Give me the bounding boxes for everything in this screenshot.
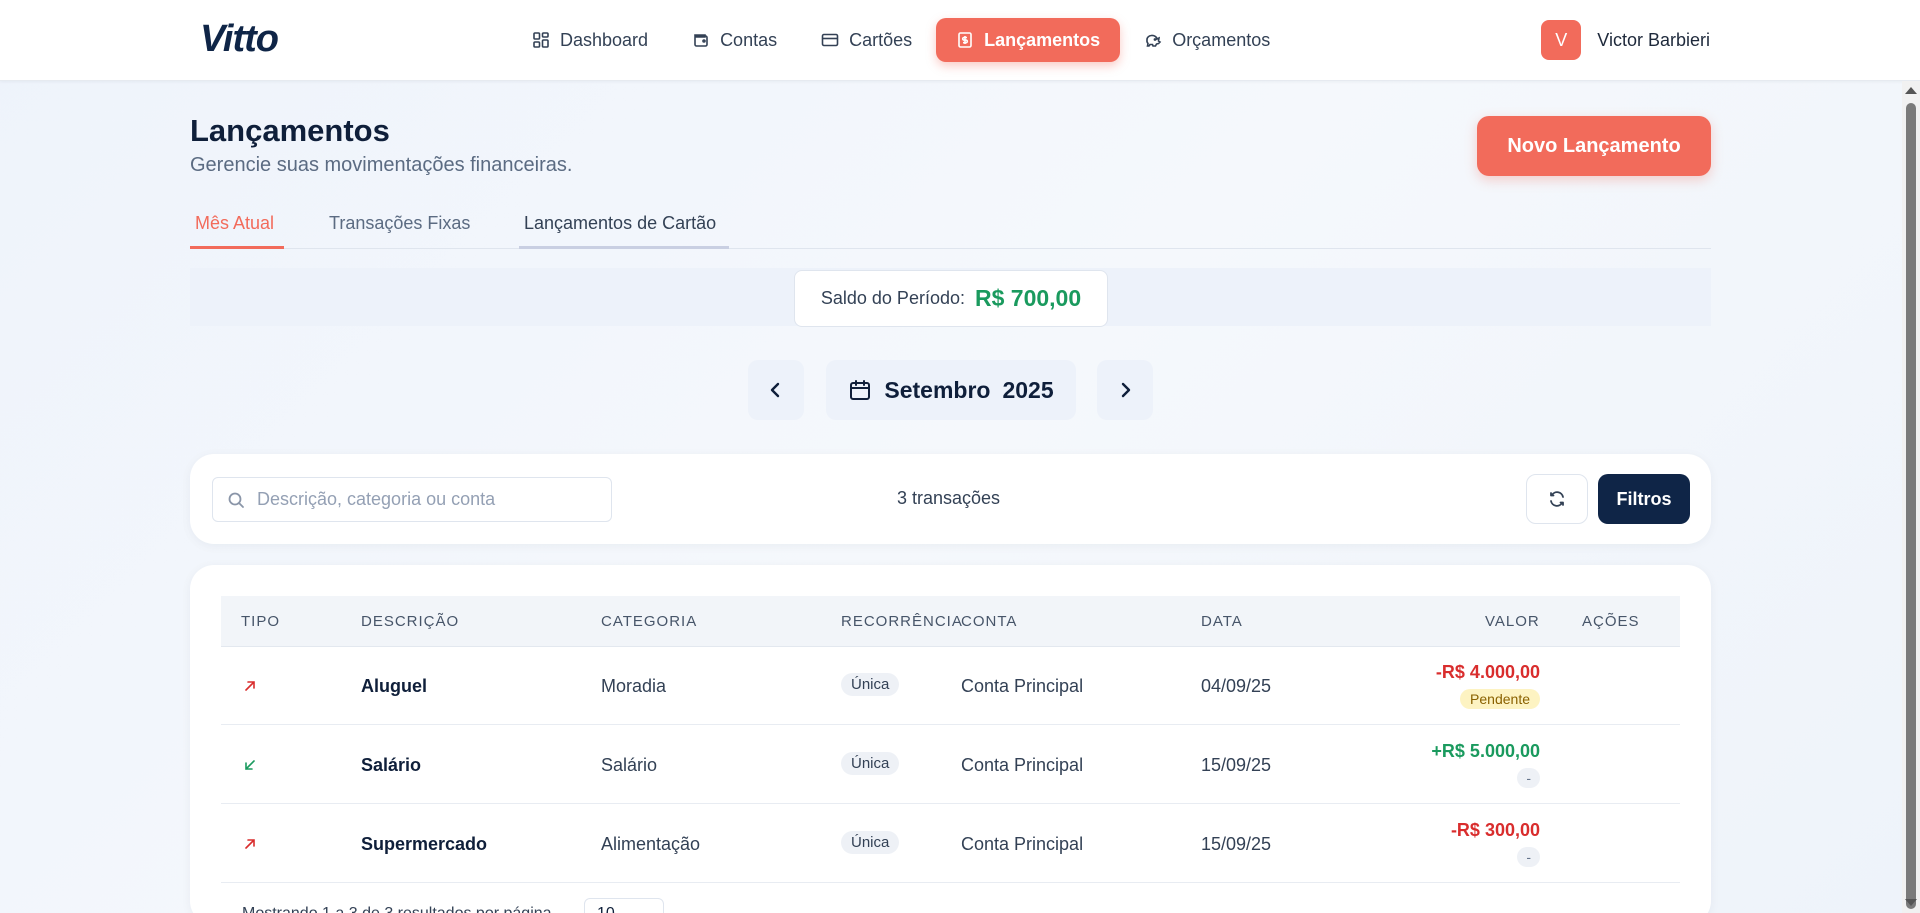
recurrence-badge: Única	[841, 831, 900, 854]
column-header-tipo: TIPO	[241, 613, 281, 630]
row-amount: -R$ 4.000,00	[1435, 662, 1540, 682]
per-page-select[interactable]: 10	[584, 898, 664, 913]
row-description: Aluguel	[361, 676, 427, 696]
row-date: 04/09/25	[1201, 676, 1272, 696]
status-badge: Pendente	[1460, 689, 1540, 709]
refresh-icon	[1550, 491, 1564, 507]
scroll-thumb[interactable]	[1906, 103, 1916, 909]
filters-button[interactable]: Filtros	[1598, 474, 1690, 524]
chevron-left-icon	[770, 382, 780, 398]
user-name: Victor Barbieri	[1597, 29, 1710, 50]
recurrence-badge: Única	[841, 673, 900, 696]
user-menu[interactable]: V Victor Barbieri	[1541, 20, 1710, 60]
table-row[interactable]: Salário Salário Única Conta Principal 15…	[221, 726, 1680, 804]
search-icon	[228, 492, 244, 508]
pagination-info: Mostrando 1 a 3 de 3 resultados por pági…	[242, 905, 552, 913]
page-scrollbar[interactable]	[1902, 81, 1920, 913]
arrow-down-left-icon	[245, 760, 255, 770]
chevron-right-icon	[1121, 382, 1131, 398]
next-month-button[interactable]	[1097, 360, 1153, 420]
month-name: Setembro	[884, 376, 991, 403]
main-nav: Dashboard Contas Cartões Lançamentos Orç…	[512, 18, 1290, 62]
arrow-up-right-icon	[245, 681, 255, 691]
row-date: 15/09/25	[1201, 834, 1272, 854]
scroll-down-arrow-icon[interactable]	[1905, 899, 1917, 906]
nav-item-cartoes[interactable]: Cartões	[801, 18, 932, 62]
table-row[interactable]: Aluguel Moradia Única Conta Principal 04…	[221, 647, 1680, 725]
column-header-conta: CONTA	[961, 613, 1018, 630]
app-logo[interactable]: Vitto	[200, 18, 279, 61]
nav-item-label: Lançamentos	[984, 29, 1101, 50]
refresh-button[interactable]	[1526, 474, 1588, 524]
tab-lancamentos-cartao[interactable]: Lançamentos de Cartão	[519, 208, 729, 249]
arrow-up-right-icon	[245, 839, 255, 849]
avatar[interactable]: V	[1541, 20, 1582, 60]
previous-month-button[interactable]	[748, 360, 804, 420]
piggy-bank-icon	[1146, 34, 1162, 47]
table-header: TIPO DESCRIÇÃO CATEGORIA RECORRÊNCIA CON…	[221, 596, 1680, 647]
tab-bar: Mês Atual Transações Fixas Lançamentos d…	[190, 208, 1711, 249]
column-header-categoria: CATEGORIA	[601, 613, 698, 630]
status-badge: -	[1517, 847, 1540, 867]
column-header-acoes: AÇÕES	[1582, 613, 1640, 630]
page-subtitle: Gerencie suas movimentações financeiras.	[190, 154, 573, 176]
top-navbar: Vitto Dashboard Contas Cartões Lançament…	[0, 0, 1920, 81]
row-category: Salário	[601, 755, 658, 775]
search-card: 3 transações Filtros	[190, 454, 1711, 544]
column-header-recorrencia: RECORRÊNCIA	[841, 613, 963, 630]
nav-item-contas[interactable]: Contas	[672, 18, 797, 62]
saldo-label: Saldo do Período:	[820, 288, 965, 308]
column-header-valor: VALOR	[1485, 613, 1540, 630]
table-row[interactable]: Supermercado Alimentação Única Conta Pri…	[221, 805, 1680, 883]
row-account: Conta Principal	[961, 834, 1084, 854]
row-category: Alimentação	[601, 834, 701, 854]
saldo-box: Saldo do Período: R$ 700,00	[794, 270, 1108, 327]
nav-item-dashboard[interactable]: Dashboard	[512, 18, 668, 62]
row-amount: -R$ 300,00	[1450, 820, 1540, 840]
page-title: Lançamentos	[190, 113, 390, 148]
calendar-icon	[850, 380, 871, 400]
wallet-icon	[694, 34, 708, 47]
month-year: 2025	[1002, 376, 1054, 403]
column-header-descricao: DESCRIÇÃO	[361, 613, 460, 630]
nav-item-orcamentos[interactable]: Orçamentos	[1124, 18, 1290, 62]
search-input[interactable]	[257, 489, 597, 510]
search-field[interactable]	[212, 477, 612, 522]
row-category: Moradia	[601, 676, 667, 696]
tab-mes-atual[interactable]: Mês Atual	[190, 208, 284, 249]
dashboard-icon	[533, 32, 549, 48]
new-transaction-button[interactable]: Novo Lançamento	[1477, 116, 1711, 176]
column-header-data: DATA	[1201, 613, 1243, 630]
nav-item-label: Contas	[720, 29, 778, 50]
nav-item-label: Cartões	[849, 29, 913, 50]
nav-item-label: Dashboard	[560, 29, 649, 50]
row-account: Conta Principal	[961, 676, 1084, 696]
tab-transacoes-fixas[interactable]: Transações Fixas	[324, 208, 475, 249]
recurrence-badge: Única	[841, 752, 900, 775]
transaction-count: 3 transações	[897, 488, 1001, 508]
transactions-table: TIPO DESCRIÇÃO CATEGORIA RECORRÊNCIA CON…	[190, 565, 1711, 913]
saldo-value: R$ 700,00	[974, 285, 1082, 311]
scroll-up-arrow-icon[interactable]	[1905, 87, 1917, 94]
credit-card-icon	[821, 33, 839, 47]
nav-item-label: Orçamentos	[1172, 29, 1271, 50]
status-badge: -	[1517, 768, 1540, 788]
receipt-icon	[958, 32, 972, 48]
row-date: 15/09/25	[1201, 755, 1272, 775]
nav-item-lancamentos[interactable]: Lançamentos	[936, 18, 1121, 62]
row-amount: +R$ 5.000,00	[1431, 741, 1540, 761]
row-description: Supermercado	[361, 834, 488, 854]
month-selector[interactable]: Setembro 2025	[826, 360, 1076, 420]
row-account: Conta Principal	[961, 755, 1084, 775]
row-description: Salário	[361, 755, 422, 775]
